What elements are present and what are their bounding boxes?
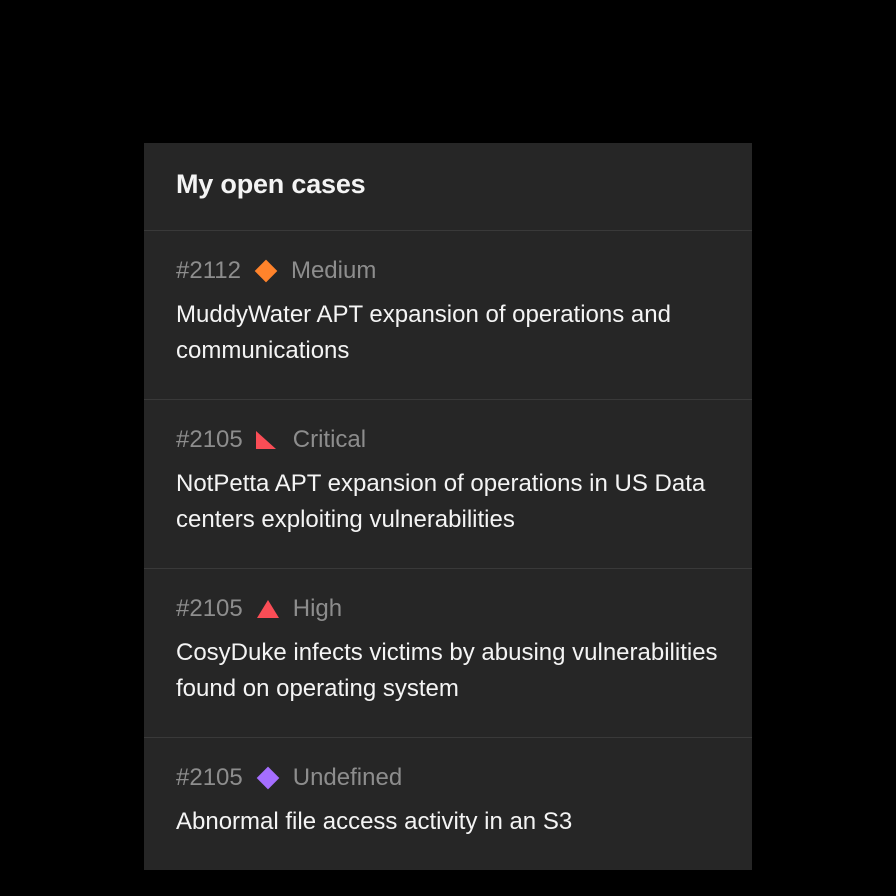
case-list: #2112 Medium MuddyWater APT expansion of… (144, 231, 752, 870)
case-item[interactable]: #2105 Undefined Abnormal file access act… (144, 738, 752, 870)
case-id: #2112 (176, 257, 241, 285)
case-item[interactable]: #2105 High CosyDuke infects victims by a… (144, 569, 752, 738)
case-meta: #2105 Critical (176, 426, 720, 454)
panel-title: My open cases (176, 169, 720, 200)
case-severity: Critical (293, 426, 366, 454)
case-title: MuddyWater APT expansion of operations a… (176, 297, 720, 369)
severity-medium-icon (255, 260, 277, 282)
case-title: Abnormal file access activity in an S3 (176, 804, 720, 840)
case-id: #2105 (176, 426, 243, 454)
case-title: CosyDuke infects victims by abusing vuln… (176, 635, 720, 707)
severity-undefined-icon (257, 767, 279, 789)
case-meta: #2112 Medium (176, 257, 720, 285)
case-id: #2105 (176, 764, 243, 792)
severity-critical-icon (257, 429, 279, 451)
case-meta: #2105 Undefined (176, 764, 720, 792)
case-severity: Undefined (293, 764, 402, 792)
case-item[interactable]: #2105 Critical NotPetta APT expansion of… (144, 400, 752, 569)
case-title: NotPetta APT expansion of operations in … (176, 466, 720, 538)
severity-high-icon (257, 598, 279, 620)
case-severity: High (293, 595, 342, 623)
open-cases-panel: My open cases #2112 Medium MuddyWater AP… (144, 143, 752, 870)
case-meta: #2105 High (176, 595, 720, 623)
panel-header: My open cases (144, 143, 752, 231)
case-item[interactable]: #2112 Medium MuddyWater APT expansion of… (144, 231, 752, 400)
case-severity: Medium (291, 257, 376, 285)
case-id: #2105 (176, 595, 243, 623)
